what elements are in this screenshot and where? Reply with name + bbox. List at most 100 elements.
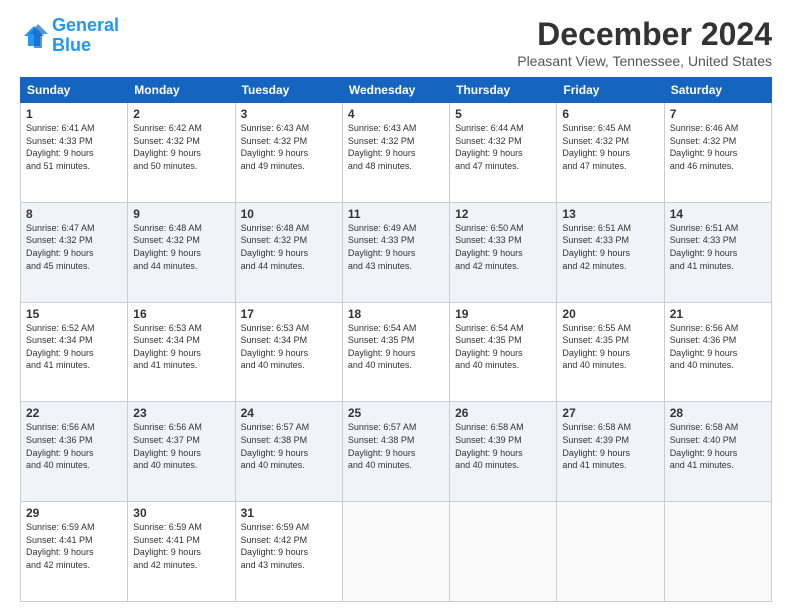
day-number: 23: [133, 406, 229, 420]
logo-general: General: [52, 15, 119, 35]
day-info: Sunrise: 6:59 AM Sunset: 4:42 PM Dayligh…: [241, 521, 337, 571]
day-number: 15: [26, 307, 122, 321]
day-info: Sunrise: 6:51 AM Sunset: 4:33 PM Dayligh…: [670, 222, 766, 272]
calendar-cell: 29Sunrise: 6:59 AM Sunset: 4:41 PM Dayli…: [21, 502, 128, 602]
calendar-row-2: 15Sunrise: 6:52 AM Sunset: 4:34 PM Dayli…: [21, 302, 772, 402]
calendar-cell: 7Sunrise: 6:46 AM Sunset: 4:32 PM Daylig…: [664, 103, 771, 203]
calendar-cell: 5Sunrise: 6:44 AM Sunset: 4:32 PM Daylig…: [450, 103, 557, 203]
calendar-cell: 18Sunrise: 6:54 AM Sunset: 4:35 PM Dayli…: [342, 302, 449, 402]
day-info: Sunrise: 6:55 AM Sunset: 4:35 PM Dayligh…: [562, 322, 658, 372]
day-number: 9: [133, 207, 229, 221]
main-title: December 2024: [517, 16, 772, 53]
calendar-cell: 25Sunrise: 6:57 AM Sunset: 4:38 PM Dayli…: [342, 402, 449, 502]
calendar-header-wednesday: Wednesday: [342, 78, 449, 103]
day-info: Sunrise: 6:54 AM Sunset: 4:35 PM Dayligh…: [348, 322, 444, 372]
calendar-cell: 26Sunrise: 6:58 AM Sunset: 4:39 PM Dayli…: [450, 402, 557, 502]
calendar-cell: 10Sunrise: 6:48 AM Sunset: 4:32 PM Dayli…: [235, 202, 342, 302]
day-info: Sunrise: 6:43 AM Sunset: 4:32 PM Dayligh…: [348, 122, 444, 172]
day-number: 10: [241, 207, 337, 221]
day-number: 1: [26, 107, 122, 121]
day-info: Sunrise: 6:52 AM Sunset: 4:34 PM Dayligh…: [26, 322, 122, 372]
day-info: Sunrise: 6:50 AM Sunset: 4:33 PM Dayligh…: [455, 222, 551, 272]
calendar-cell: 17Sunrise: 6:53 AM Sunset: 4:34 PM Dayli…: [235, 302, 342, 402]
calendar-cell: 31Sunrise: 6:59 AM Sunset: 4:42 PM Dayli…: [235, 502, 342, 602]
calendar-row-3: 22Sunrise: 6:56 AM Sunset: 4:36 PM Dayli…: [21, 402, 772, 502]
day-info: Sunrise: 6:59 AM Sunset: 4:41 PM Dayligh…: [133, 521, 229, 571]
day-info: Sunrise: 6:59 AM Sunset: 4:41 PM Dayligh…: [26, 521, 122, 571]
day-number: 13: [562, 207, 658, 221]
calendar-cell: 15Sunrise: 6:52 AM Sunset: 4:34 PM Dayli…: [21, 302, 128, 402]
day-number: 11: [348, 207, 444, 221]
calendar-cell: 27Sunrise: 6:58 AM Sunset: 4:39 PM Dayli…: [557, 402, 664, 502]
calendar-cell: 6Sunrise: 6:45 AM Sunset: 4:32 PM Daylig…: [557, 103, 664, 203]
day-number: 25: [348, 406, 444, 420]
day-number: 16: [133, 307, 229, 321]
day-number: 30: [133, 506, 229, 520]
calendar-cell: 1Sunrise: 6:41 AM Sunset: 4:33 PM Daylig…: [21, 103, 128, 203]
calendar-row-1: 8Sunrise: 6:47 AM Sunset: 4:32 PM Daylig…: [21, 202, 772, 302]
day-number: 4: [348, 107, 444, 121]
calendar-cell: 19Sunrise: 6:54 AM Sunset: 4:35 PM Dayli…: [450, 302, 557, 402]
day-info: Sunrise: 6:42 AM Sunset: 4:32 PM Dayligh…: [133, 122, 229, 172]
calendar-cell: 13Sunrise: 6:51 AM Sunset: 4:33 PM Dayli…: [557, 202, 664, 302]
calendar-cell: [342, 502, 449, 602]
calendar-cell: 9Sunrise: 6:48 AM Sunset: 4:32 PM Daylig…: [128, 202, 235, 302]
day-info: Sunrise: 6:46 AM Sunset: 4:32 PM Dayligh…: [670, 122, 766, 172]
subtitle: Pleasant View, Tennessee, United States: [517, 53, 772, 69]
calendar-cell: 3Sunrise: 6:43 AM Sunset: 4:32 PM Daylig…: [235, 103, 342, 203]
day-number: 14: [670, 207, 766, 221]
day-number: 19: [455, 307, 551, 321]
day-info: Sunrise: 6:53 AM Sunset: 4:34 PM Dayligh…: [133, 322, 229, 372]
calendar-header-tuesday: Tuesday: [235, 78, 342, 103]
calendar-cell: 21Sunrise: 6:56 AM Sunset: 4:36 PM Dayli…: [664, 302, 771, 402]
day-number: 24: [241, 406, 337, 420]
day-number: 27: [562, 406, 658, 420]
calendar-cell: 14Sunrise: 6:51 AM Sunset: 4:33 PM Dayli…: [664, 202, 771, 302]
calendar-row-0: 1Sunrise: 6:41 AM Sunset: 4:33 PM Daylig…: [21, 103, 772, 203]
day-number: 2: [133, 107, 229, 121]
calendar-cell: 11Sunrise: 6:49 AM Sunset: 4:33 PM Dayli…: [342, 202, 449, 302]
day-info: Sunrise: 6:41 AM Sunset: 4:33 PM Dayligh…: [26, 122, 122, 172]
day-number: 17: [241, 307, 337, 321]
header: General Blue December 2024 Pleasant View…: [20, 16, 772, 69]
calendar-cell: 16Sunrise: 6:53 AM Sunset: 4:34 PM Dayli…: [128, 302, 235, 402]
day-info: Sunrise: 6:56 AM Sunset: 4:36 PM Dayligh…: [670, 322, 766, 372]
calendar-cell: [664, 502, 771, 602]
calendar-cell: 4Sunrise: 6:43 AM Sunset: 4:32 PM Daylig…: [342, 103, 449, 203]
day-number: 7: [670, 107, 766, 121]
day-number: 31: [241, 506, 337, 520]
day-number: 21: [670, 307, 766, 321]
day-number: 20: [562, 307, 658, 321]
calendar-cell: 22Sunrise: 6:56 AM Sunset: 4:36 PM Dayli…: [21, 402, 128, 502]
calendar-cell: 30Sunrise: 6:59 AM Sunset: 4:41 PM Dayli…: [128, 502, 235, 602]
calendar-table: SundayMondayTuesdayWednesdayThursdayFrid…: [20, 77, 772, 602]
day-info: Sunrise: 6:44 AM Sunset: 4:32 PM Dayligh…: [455, 122, 551, 172]
calendar-row-4: 29Sunrise: 6:59 AM Sunset: 4:41 PM Dayli…: [21, 502, 772, 602]
day-info: Sunrise: 6:57 AM Sunset: 4:38 PM Dayligh…: [348, 421, 444, 471]
calendar-cell: [450, 502, 557, 602]
day-number: 12: [455, 207, 551, 221]
day-info: Sunrise: 6:51 AM Sunset: 4:33 PM Dayligh…: [562, 222, 658, 272]
logo-icon: [20, 22, 48, 50]
day-info: Sunrise: 6:53 AM Sunset: 4:34 PM Dayligh…: [241, 322, 337, 372]
day-number: 18: [348, 307, 444, 321]
day-info: Sunrise: 6:57 AM Sunset: 4:38 PM Dayligh…: [241, 421, 337, 471]
day-number: 6: [562, 107, 658, 121]
calendar-header-saturday: Saturday: [664, 78, 771, 103]
calendar-cell: 28Sunrise: 6:58 AM Sunset: 4:40 PM Dayli…: [664, 402, 771, 502]
day-number: 29: [26, 506, 122, 520]
calendar-header-thursday: Thursday: [450, 78, 557, 103]
day-info: Sunrise: 6:47 AM Sunset: 4:32 PM Dayligh…: [26, 222, 122, 272]
day-info: Sunrise: 6:56 AM Sunset: 4:37 PM Dayligh…: [133, 421, 229, 471]
day-number: 28: [670, 406, 766, 420]
day-info: Sunrise: 6:48 AM Sunset: 4:32 PM Dayligh…: [133, 222, 229, 272]
calendar-cell: 23Sunrise: 6:56 AM Sunset: 4:37 PM Dayli…: [128, 402, 235, 502]
day-info: Sunrise: 6:56 AM Sunset: 4:36 PM Dayligh…: [26, 421, 122, 471]
day-info: Sunrise: 6:49 AM Sunset: 4:33 PM Dayligh…: [348, 222, 444, 272]
day-info: Sunrise: 6:58 AM Sunset: 4:39 PM Dayligh…: [455, 421, 551, 471]
calendar-cell: 20Sunrise: 6:55 AM Sunset: 4:35 PM Dayli…: [557, 302, 664, 402]
day-info: Sunrise: 6:48 AM Sunset: 4:32 PM Dayligh…: [241, 222, 337, 272]
calendar-cell: 2Sunrise: 6:42 AM Sunset: 4:32 PM Daylig…: [128, 103, 235, 203]
title-block: December 2024 Pleasant View, Tennessee, …: [517, 16, 772, 69]
day-info: Sunrise: 6:43 AM Sunset: 4:32 PM Dayligh…: [241, 122, 337, 172]
